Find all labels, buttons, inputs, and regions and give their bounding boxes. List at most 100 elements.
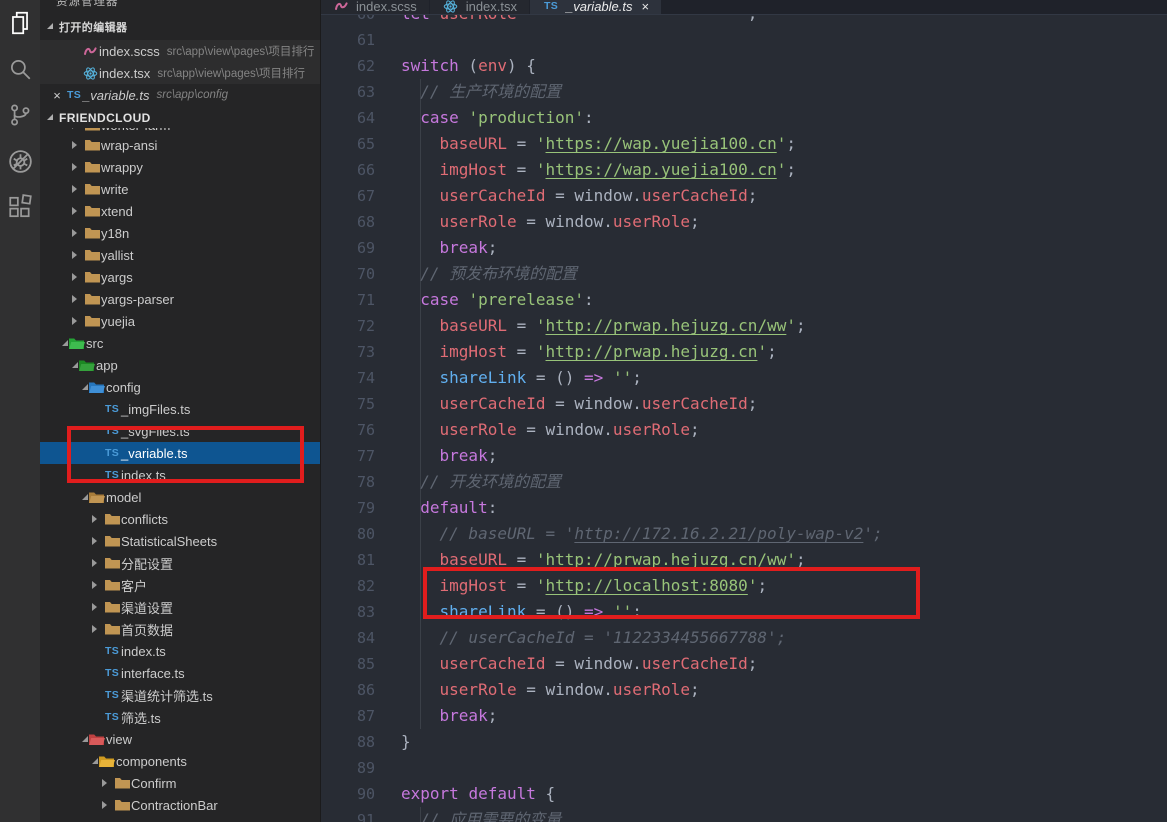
chevron-right-icon[interactable]: [72, 273, 77, 281]
code-line-75[interactable]: 75 userCacheId = window.userCacheId;: [320, 391, 1167, 417]
code-line-61[interactable]: 61: [320, 27, 1167, 53]
open-editor-index-tsx[interactable]: index.tsx src\app\view\pages\项目排行: [40, 62, 320, 84]
open-editors-header[interactable]: 打开的编辑器: [40, 16, 320, 38]
tree-item-index-ts[interactable]: TS index.ts: [40, 464, 320, 486]
line-number[interactable]: 82: [320, 573, 375, 599]
chevron-right-icon[interactable]: [92, 515, 97, 523]
code-line-81[interactable]: 81 baseURL = 'http://prwap.hejuzg.cn/ww'…: [320, 547, 1167, 573]
line-number[interactable]: 63: [320, 79, 375, 105]
tree-item-config[interactable]: config: [40, 376, 320, 398]
line-number[interactable]: 69: [320, 235, 375, 261]
tree-item-conflicts[interactable]: conflicts: [40, 508, 320, 530]
code-line-77[interactable]: 77 break;: [320, 443, 1167, 469]
tree-item-筛选-ts[interactable]: TS 筛选.ts: [40, 706, 320, 728]
code-line-84[interactable]: 84 // userCacheId = '1122334455667788';: [320, 625, 1167, 651]
chevron-right-icon[interactable]: [92, 625, 97, 633]
code-area[interactable]: 60let userRole ;6162switch (env) {63 // …: [320, 0, 1167, 822]
line-number[interactable]: 91: [320, 807, 375, 822]
tab--variable-ts[interactable]: TS _variable.ts ×: [530, 0, 662, 14]
tree-item-wrappy[interactable]: wrappy: [40, 156, 320, 178]
chevron-right-icon[interactable]: [72, 317, 77, 325]
chevron-right-icon[interactable]: [72, 207, 77, 215]
line-number[interactable]: 67: [320, 183, 375, 209]
chevron-right-icon[interactable]: [102, 779, 107, 787]
line-number[interactable]: 81: [320, 547, 375, 573]
line-number[interactable]: 76: [320, 417, 375, 443]
line-number[interactable]: 84: [320, 625, 375, 651]
code-line-80[interactable]: 80 // baseURL = 'http://172.16.2.21/poly…: [320, 521, 1167, 547]
chevron-right-icon[interactable]: [92, 603, 97, 611]
tree-item-src[interactable]: src: [40, 332, 320, 354]
open-editor-index-scss[interactable]: index.scss src\app\view\pages\项目排行: [40, 40, 320, 62]
chevron-right-icon[interactable]: [92, 559, 97, 567]
line-number[interactable]: 71: [320, 287, 375, 313]
tree-item-contractionbar[interactable]: ContractionBar: [40, 794, 320, 816]
tree-item-yargs[interactable]: yargs: [40, 266, 320, 288]
tree-item-view[interactable]: view: [40, 728, 320, 750]
code-line-87[interactable]: 87 break;: [320, 703, 1167, 729]
chevron-right-icon[interactable]: [72, 251, 77, 259]
tree-item-客户[interactable]: 客户: [40, 574, 320, 596]
code-line-88[interactable]: 88}: [320, 729, 1167, 755]
tree-item-model[interactable]: model: [40, 486, 320, 508]
chevron-right-icon[interactable]: [72, 229, 77, 237]
code-line-67[interactable]: 67 userCacheId = window.userCacheId;: [320, 183, 1167, 209]
line-number[interactable]: 70: [320, 261, 375, 287]
line-number[interactable]: 74: [320, 365, 375, 391]
chevron-right-icon[interactable]: [72, 128, 77, 129]
tree-item-xtend[interactable]: xtend: [40, 200, 320, 222]
chevron-right-icon[interactable]: [72, 141, 77, 149]
chevron-right-icon[interactable]: [72, 295, 77, 303]
chevron-right-icon[interactable]: [102, 801, 107, 809]
tab-index-scss[interactable]: index.scss: [320, 0, 429, 14]
tree-item-index-ts[interactable]: TS index.ts: [40, 640, 320, 662]
line-number[interactable]: 62: [320, 53, 375, 79]
code-line-72[interactable]: 72 baseURL = 'http://prwap.hejuzg.cn/ww'…: [320, 313, 1167, 339]
code-line-73[interactable]: 73 imgHost = 'http://prwap.hejuzg.cn';: [320, 339, 1167, 365]
line-number[interactable]: 68: [320, 209, 375, 235]
code-line-70[interactable]: 70 // 预发布环境的配置: [320, 261, 1167, 287]
tree-item-渠道统计筛选-ts[interactable]: TS 渠道统计筛选.ts: [40, 684, 320, 706]
code-line-76[interactable]: 76 userRole = window.userRole;: [320, 417, 1167, 443]
tree-item-y18n[interactable]: y18n: [40, 222, 320, 244]
tree-item--imgfiles-ts[interactable]: TS _imgFiles.ts: [40, 398, 320, 420]
line-number[interactable]: 89: [320, 755, 375, 781]
line-number[interactable]: 88: [320, 729, 375, 755]
line-number[interactable]: 64: [320, 105, 375, 131]
line-number[interactable]: 83: [320, 599, 375, 625]
code-line-83[interactable]: 83 shareLink = () => '';: [320, 599, 1167, 625]
code-line-66[interactable]: 66 imgHost = 'https://wap.yuejia100.cn';: [320, 157, 1167, 183]
tree-item-首页数据[interactable]: 首页数据: [40, 618, 320, 640]
code-line-68[interactable]: 68 userRole = window.userRole;: [320, 209, 1167, 235]
code-line-69[interactable]: 69 break;: [320, 235, 1167, 261]
line-number[interactable]: 79: [320, 495, 375, 521]
code-line-86[interactable]: 86 userRole = window.userRole;: [320, 677, 1167, 703]
tree-item-confirm[interactable]: Confirm: [40, 772, 320, 794]
debug-icon[interactable]: [0, 138, 40, 184]
code-line-74[interactable]: 74 shareLink = () => '';: [320, 365, 1167, 391]
open-editor--variable-ts[interactable]: × TS _variable.ts src\app\config: [40, 84, 320, 106]
code-line-78[interactable]: 78 // 开发环境的配置: [320, 469, 1167, 495]
tree-item-statisticalsheets[interactable]: StatisticalSheets: [40, 530, 320, 552]
code-line-89[interactable]: 89: [320, 755, 1167, 781]
tree-item--variable-ts[interactable]: TS _variable.ts: [40, 442, 320, 464]
close-tab-icon[interactable]: ×: [642, 0, 650, 14]
line-number[interactable]: 85: [320, 651, 375, 677]
code-line-62[interactable]: 62 switch (env) {: [320, 53, 1167, 79]
tree-item--svgfiles-ts[interactable]: TS _svgFiles.ts: [40, 420, 320, 442]
chevron-right-icon[interactable]: [92, 537, 97, 545]
line-number[interactable]: 75: [320, 391, 375, 417]
line-number[interactable]: 86: [320, 677, 375, 703]
code-line-90[interactable]: 90 export default {: [320, 781, 1167, 807]
line-number[interactable]: 61: [320, 27, 375, 53]
chevron-right-icon[interactable]: [72, 163, 77, 171]
chevron-right-icon[interactable]: [92, 581, 97, 589]
extensions-icon[interactable]: [0, 184, 40, 230]
tree-item-write[interactable]: write: [40, 178, 320, 200]
line-number[interactable]: 73: [320, 339, 375, 365]
close-editor-icon[interactable]: ×: [49, 88, 65, 103]
chevron-right-icon[interactable]: [72, 185, 77, 193]
tree-item-yuejia[interactable]: yuejia: [40, 310, 320, 332]
tree-item-app[interactable]: app: [40, 354, 320, 376]
tree-item-yargs-parser[interactable]: yargs-parser: [40, 288, 320, 310]
